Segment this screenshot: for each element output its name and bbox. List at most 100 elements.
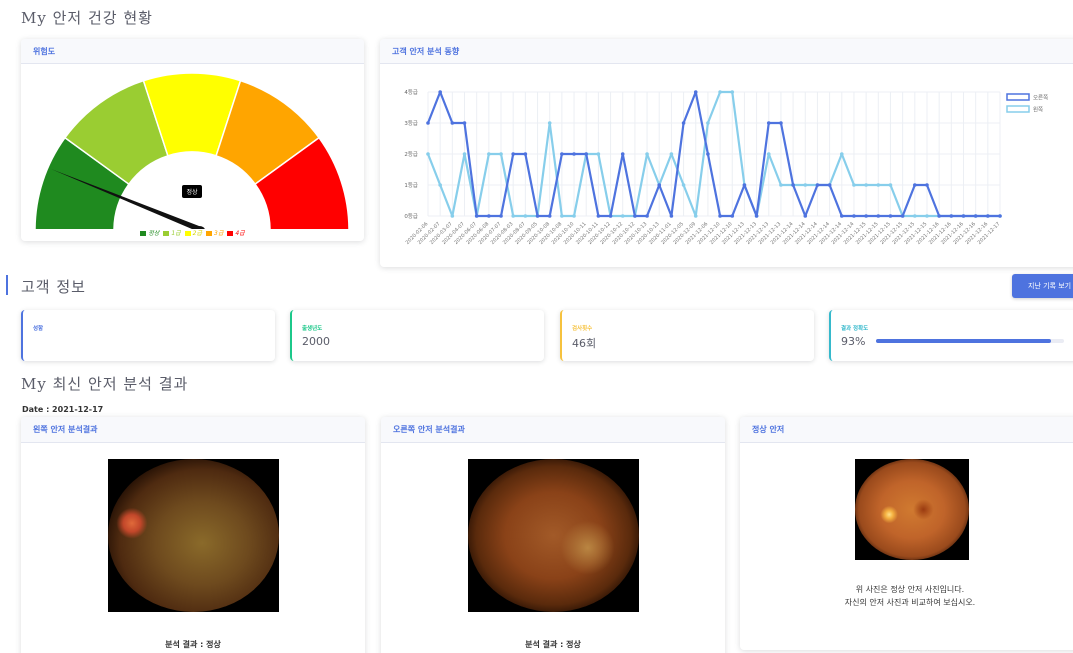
right-result-card: 오른쪽 안저 분석결과 분석 결과 : 정상 — [381, 417, 725, 653]
data-point — [438, 90, 442, 94]
data-point — [913, 183, 917, 187]
data-point — [864, 214, 868, 218]
legend-swatch — [1006, 93, 1030, 101]
normal-fundus-card: 정상 안저 위 사진은 정상 안저 사진입니다. 자신의 안저 사진과 비교하여… — [740, 417, 1073, 650]
data-point — [474, 214, 479, 218]
info-card-birth-year: 출생년도 2000 — [290, 310, 544, 361]
left-fundus-image — [108, 459, 279, 612]
right-result-text: 분석 결과 : 정상 — [525, 640, 581, 649]
gauge-legend-item: 1급 — [162, 230, 181, 237]
info-label-exam-count: 검사횟수 — [572, 326, 593, 332]
data-point — [973, 214, 978, 218]
y-tick-label: 0등급 — [404, 213, 418, 220]
data-point — [706, 121, 710, 125]
y-tick-label: 4등급 — [404, 89, 418, 96]
data-point — [754, 214, 759, 218]
latest-section-title: My 최신 안저 분석 결과 — [21, 375, 189, 393]
info-card-accuracy: 결과 정확도 93% — [829, 310, 1073, 361]
legend-label: 3급 — [214, 230, 224, 237]
result-date: Date : 2021-12-17 — [22, 405, 104, 414]
y-tick-label: 3등급 — [404, 120, 418, 127]
data-point — [645, 214, 649, 218]
info-label-accuracy: 결과 정확도 — [841, 326, 869, 332]
data-point — [535, 214, 540, 218]
data-point — [718, 214, 722, 218]
data-point — [681, 121, 686, 125]
data-point — [815, 183, 820, 187]
y-tick-label: 1등급 — [404, 182, 418, 189]
data-point — [438, 183, 442, 187]
info-value-birth-year: 2000 — [302, 335, 330, 348]
customer-section-title: 고객 정보 — [21, 278, 86, 296]
data-point — [426, 152, 430, 156]
data-point — [913, 214, 917, 218]
data-point — [949, 214, 954, 218]
data-point — [888, 214, 893, 218]
data-point — [572, 152, 576, 156]
data-point — [681, 183, 686, 187]
needle-label: 정상 — [186, 188, 198, 196]
data-point — [791, 183, 795, 187]
data-point — [730, 90, 735, 94]
data-point — [998, 214, 1002, 218]
accuracy-progress — [876, 339, 1064, 343]
normal-fundus-image — [855, 459, 969, 560]
history-button[interactable]: 지난 기록 보기 — [1012, 274, 1073, 298]
data-point — [718, 90, 722, 94]
info-label-birth-year: 출생년도 — [302, 326, 323, 332]
data-point — [839, 152, 844, 156]
data-point — [888, 183, 893, 187]
data-point — [499, 214, 503, 218]
legend-swatch — [206, 231, 213, 236]
data-point — [633, 214, 637, 218]
data-point — [827, 183, 832, 187]
data-point — [986, 214, 990, 218]
data-point — [803, 183, 808, 187]
info-card-exam-count: 검사횟수 46회 — [560, 310, 814, 361]
data-point — [547, 121, 552, 125]
legend-swatch — [140, 231, 147, 236]
normal-desc-line1: 위 사진은 정상 안저 사진입니다. — [855, 585, 965, 594]
data-point — [523, 152, 528, 156]
left-result-text: 분석 결과 : 정상 — [165, 640, 221, 649]
info-card-name: 성함 — [21, 310, 275, 361]
data-point — [693, 214, 698, 218]
legend-label: 4급 — [235, 230, 245, 237]
data-point — [462, 152, 467, 156]
data-point — [645, 152, 649, 156]
data-point — [620, 152, 625, 156]
gauge-legend-item: 2급 — [184, 230, 203, 237]
data-point — [596, 152, 601, 156]
data-point — [450, 214, 455, 218]
normal-fundus-title: 정상 안저 — [740, 417, 1073, 443]
data-point — [900, 214, 905, 218]
data-point — [450, 121, 455, 125]
legend-swatch — [1006, 105, 1030, 113]
data-point — [608, 214, 613, 218]
data-point — [730, 214, 735, 218]
data-point — [572, 214, 576, 218]
risk-card-title: 위험도 — [21, 39, 364, 64]
data-point — [511, 152, 515, 156]
data-point — [852, 183, 856, 187]
data-point — [487, 214, 491, 218]
data-point — [961, 214, 966, 218]
data-point — [766, 152, 771, 156]
data-point — [693, 90, 698, 94]
data-point — [779, 121, 783, 125]
left-result-card: 왼쪽 안저 분석결과 분석 결과 : 정상 — [21, 417, 365, 653]
data-point — [657, 183, 662, 187]
data-point — [779, 183, 783, 187]
data-point — [620, 214, 625, 218]
data-point — [925, 214, 929, 218]
left-result-title: 왼쪽 안저 분석결과 — [21, 417, 365, 443]
gauge-legend-item: 3급 — [205, 230, 224, 237]
data-point — [511, 214, 515, 218]
data-point — [499, 152, 503, 156]
legend-swatch — [227, 231, 234, 236]
gauge-legend-item: 4급 — [226, 230, 245, 237]
y-tick-label: 2등급 — [404, 151, 418, 158]
accuracy-progress-fill — [876, 339, 1051, 343]
data-point — [876, 183, 881, 187]
data-point — [487, 152, 491, 156]
